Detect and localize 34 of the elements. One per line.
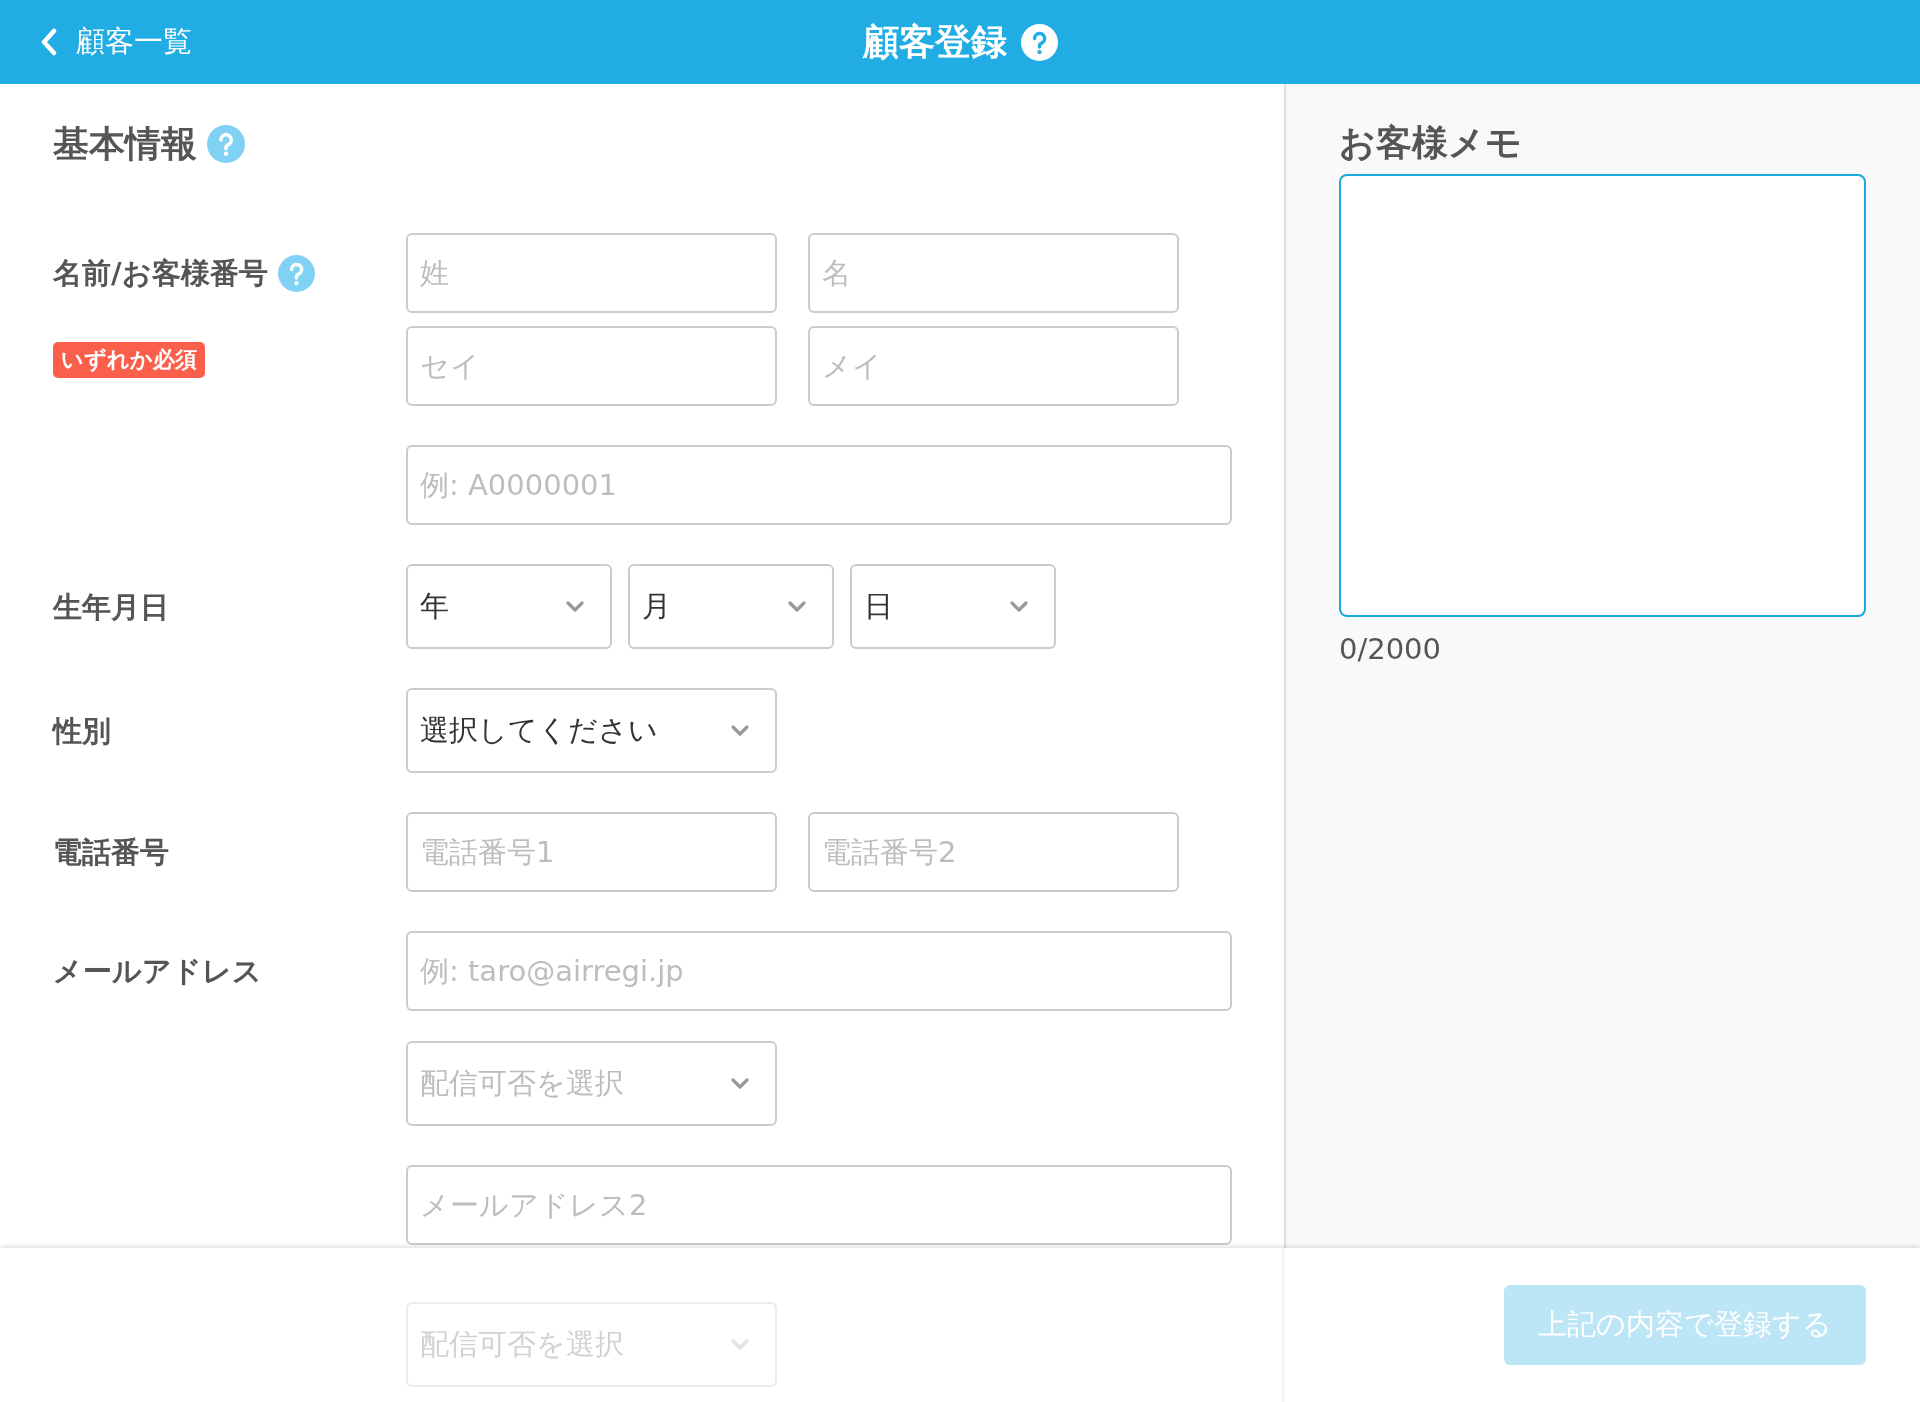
help-icon[interactable]: [1020, 23, 1058, 61]
field-label: メールアドレス: [53, 953, 262, 989]
chevron-left-icon: [40, 28, 58, 56]
required-badge: いずれか必須: [53, 342, 205, 378]
text-field[interactable]: セイ: [406, 326, 777, 406]
text-field[interactable]: 例: taro@airregi.jp: [406, 931, 1232, 1011]
text-field[interactable]: メールアドレス2: [406, 1165, 1232, 1245]
chevron-down-icon: [788, 601, 806, 612]
text-field[interactable]: 電話番号2: [808, 812, 1179, 892]
memo-field[interactable]: [1339, 174, 1866, 617]
text-field[interactable]: 電話番号1: [406, 812, 777, 892]
dropdown[interactable]: 日: [850, 564, 1056, 649]
chevron-down-icon: [731, 725, 749, 736]
dropdown[interactable]: 月: [628, 564, 834, 649]
text-field[interactable]: 名: [808, 233, 1179, 313]
field-label: 電話番号: [53, 834, 169, 870]
dropdown[interactable]: 年: [406, 564, 612, 649]
chevron-down-icon: [566, 601, 584, 612]
page-title: 顧客登録: [862, 20, 1007, 64]
character-counter: 0/2000: [1339, 631, 1442, 667]
help-icon[interactable]: [207, 125, 245, 163]
field-label: 名前/お客様番号: [53, 255, 268, 291]
field-label: 生年月日: [53, 588, 169, 625]
chevron-down-icon: [731, 1339, 749, 1350]
section-heading: 基本情報: [53, 124, 197, 164]
help-icon[interactable]: [277, 254, 315, 292]
chevron-down-icon: [1010, 601, 1028, 612]
text-field[interactable]: 例: A0000001: [406, 445, 1232, 525]
text-field[interactable]: 姓: [406, 233, 777, 313]
memo-heading: お客様メモ: [1339, 123, 1522, 163]
text-field[interactable]: メイ: [808, 326, 1179, 406]
field-label: 性別: [53, 712, 111, 749]
chevron-down-icon: [731, 1078, 749, 1089]
dropdown[interactable]: 選択してください: [406, 688, 777, 773]
